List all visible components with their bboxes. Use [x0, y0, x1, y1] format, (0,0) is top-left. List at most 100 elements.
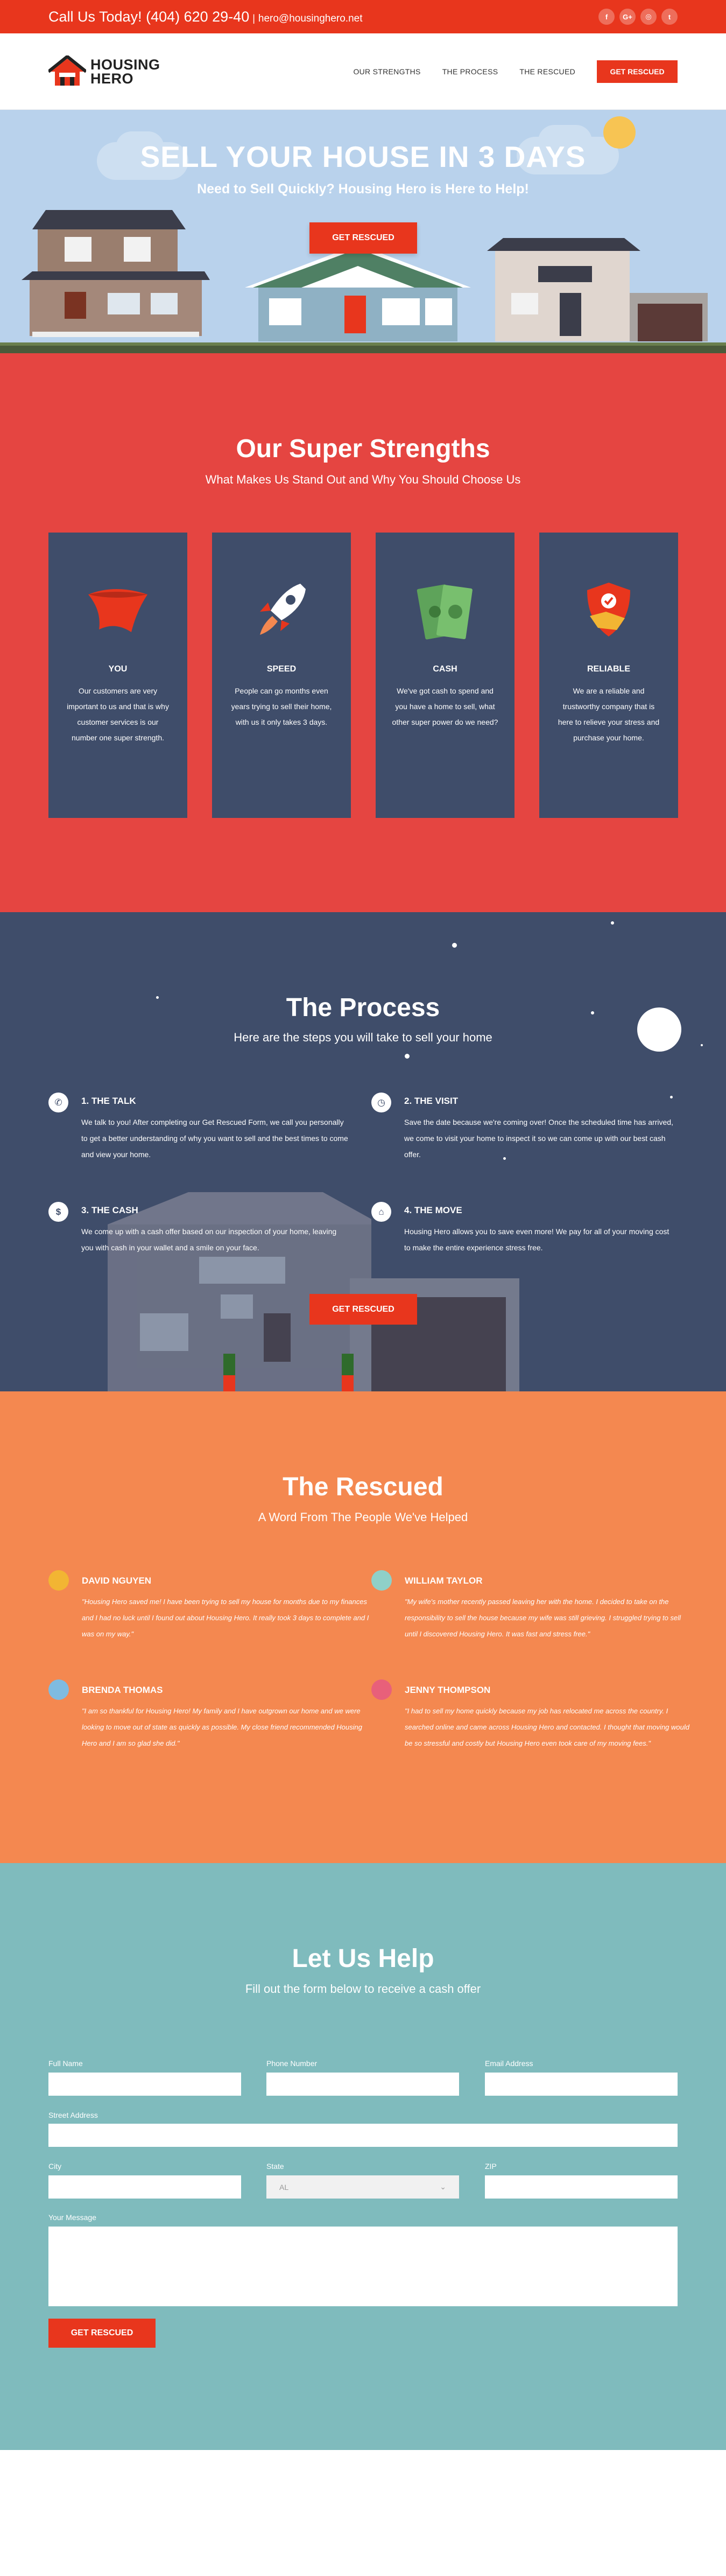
logo-house-icon	[48, 55, 86, 86]
strengths-title: Our Super Strengths	[236, 435, 490, 463]
strength-text: People can go months even years trying t…	[231, 687, 332, 726]
phone-label: Phone Number	[266, 2059, 318, 2068]
strength-card-speed: SPEED People can go months even years tr…	[212, 533, 351, 818]
home-icon: ⌂	[371, 1202, 391, 1222]
nav-our-strengths[interactable]: OUR STRENGTHS	[353, 67, 420, 76]
state-select[interactable]: AL ⌄	[266, 2175, 459, 2199]
zip-input[interactable]	[485, 2175, 678, 2199]
chevron-down-icon: ⌄	[440, 2182, 446, 2191]
phone-input[interactable]	[266, 2073, 459, 2096]
process-subtitle: Here are the steps you will take to sell…	[234, 1031, 492, 1044]
logo[interactable]: HOUSING HERO	[48, 55, 160, 88]
avatar	[48, 1679, 69, 1700]
contact-info: Call Us Today! (404) 620 29-40 | hero@ho…	[48, 9, 363, 25]
facebook-icon[interactable]: f	[598, 9, 615, 25]
hero-get-rescued-button[interactable]: GET RESCUED	[309, 222, 417, 254]
strength-card-reliable: RELIABLE We are a reliable and trustwort…	[539, 533, 678, 818]
testimonial-quote: "I am so thankful for Housing Hero! My f…	[82, 1707, 362, 1747]
logo-line2: HERO	[90, 70, 134, 87]
state-label: State	[266, 2162, 284, 2171]
process-section: The Process Here are the steps you will …	[0, 912, 726, 1391]
nav-the-process[interactable]: THE PROCESS	[442, 67, 498, 76]
page-footer	[0, 2450, 726, 2575]
handshake-shield-icon	[587, 583, 630, 636]
top-bar: Call Us Today! (404) 620 29-40 | hero@ho…	[0, 0, 726, 33]
nav-the-rescued[interactable]: THE RESCUED	[519, 67, 575, 76]
city-label: City	[48, 2162, 62, 2171]
state-select-value: AL	[279, 2182, 289, 2192]
step-text: We talk to you! After completing our Get…	[81, 1118, 348, 1159]
testimonial-name: DAVID NGUYEN	[82, 1576, 152, 1586]
process-get-rescued-button[interactable]: GET RESCUED	[309, 1294, 417, 1325]
strengths-section: Our Super Strengths What Makes Us Stand …	[0, 353, 726, 912]
step-text: We come up with a cash offer based on ou…	[81, 1227, 337, 1252]
strength-text: Our customers are very important to us a…	[67, 687, 169, 742]
testimonial-quote: "Housing Hero saved me! I have been tryi…	[82, 1598, 369, 1638]
help-form-section: Let Us Help Fill out the form below to r…	[0, 1863, 726, 2450]
avatar	[48, 1570, 69, 1591]
rocket-icon	[260, 584, 306, 635]
contact-separator: |	[252, 12, 255, 24]
help-title: Let Us Help	[292, 1944, 434, 1973]
street-label: Street Address	[48, 2111, 98, 2119]
main-nav: OUR STRENGTHS THE PROCESS THE RESCUED GE…	[353, 60, 678, 83]
strength-title: CASH	[433, 664, 457, 674]
modern-house-illustration	[108, 1192, 519, 1391]
strength-text: We've got cash to spend and you have a h…	[392, 687, 498, 726]
star-decoration	[405, 1054, 410, 1059]
phone-icon: ✆	[48, 1093, 68, 1112]
star-decoration	[611, 921, 614, 925]
step-title: 1. THE TALK	[81, 1096, 136, 1106]
phone-number[interactable]: Call Us Today! (404) 620 29-40	[48, 9, 249, 25]
testimonial-quote: "I had to sell my home quickly because m…	[405, 1707, 689, 1747]
message-label: Your Message	[48, 2213, 96, 2222]
social-links: f G+ ◎ t	[598, 9, 678, 25]
ground-strip	[0, 346, 726, 353]
cape-icon	[88, 589, 147, 632]
site-header: HOUSING HERO OUR STRENGTHS THE PROCESS T…	[0, 33, 726, 110]
step-title: 2. THE VISIT	[404, 1096, 459, 1106]
testimonial-name: JENNY THOMPSON	[405, 1685, 491, 1695]
money-icon	[417, 584, 473, 640]
strengths-cards: YOU Our customers are very important to …	[48, 533, 678, 818]
full-name-label: Full Name	[48, 2059, 83, 2068]
instagram-icon[interactable]: ◎	[640, 9, 657, 25]
clock-icon: ◷	[371, 1093, 391, 1112]
hero-title: SELL YOUR HOUSE IN 3 DAYS	[140, 140, 586, 173]
twitter-icon[interactable]: t	[661, 9, 678, 25]
rescued-title: The Rescued	[283, 1473, 443, 1501]
strength-title: SPEED	[266, 664, 297, 674]
form-get-rescued-button[interactable]: GET RESCUED	[48, 2319, 156, 2348]
logo-text: HOUSING HERO	[90, 56, 160, 87]
testimonial-name: WILLIAM TAYLOR	[405, 1576, 483, 1586]
cash-icon: $	[48, 1202, 68, 1222]
city-input[interactable]	[48, 2175, 241, 2199]
help-subtitle: Fill out the form below to receive a cas…	[245, 1982, 481, 1996]
strength-card-cash: CASH We've got cash to spend and you hav…	[376, 533, 514, 818]
star-decoration	[670, 1096, 673, 1098]
rescued-subtitle: A Word From The People We've Helped	[258, 1510, 468, 1524]
google-plus-icon[interactable]: G+	[619, 9, 636, 25]
strengths-subtitle: What Makes Us Stand Out and Why You Shou…	[205, 473, 521, 486]
rescued-section: The Rescued A Word From The People We've…	[0, 1391, 726, 1863]
strength-card-you: YOU Our customers are very important to …	[48, 533, 187, 818]
avatar	[371, 1570, 392, 1591]
logo-line1: HOUSING	[90, 56, 160, 73]
testimonial-quote: "My wife's mother recently passed leavin…	[405, 1598, 681, 1638]
step-text: Housing Hero allows you to save even mor…	[404, 1227, 669, 1252]
header-get-rescued-button[interactable]: GET RESCUED	[597, 60, 678, 83]
avatar	[371, 1679, 392, 1700]
email-input[interactable]	[485, 2073, 678, 2096]
hero-section: SELL YOUR HOUSE IN 3 DAYS Need to Sell Q…	[0, 110, 726, 353]
strength-title: YOU	[108, 664, 128, 674]
street-input[interactable]	[48, 2124, 678, 2147]
full-name-input[interactable]	[48, 2073, 241, 2096]
step-title: 4. THE MOVE	[404, 1205, 462, 1215]
star-decoration	[452, 943, 457, 948]
message-textarea[interactable]	[48, 2227, 678, 2306]
step-title: 3. THE CASH	[81, 1205, 138, 1215]
hero-subtitle: Need to Sell Quickly? Housing Hero is He…	[197, 181, 529, 197]
email-link[interactable]: hero@housinghero.net	[258, 13, 363, 25]
strength-text: We are a reliable and trustworthy compan…	[558, 687, 660, 742]
testimonial-name: BRENDA THOMAS	[82, 1685, 163, 1695]
